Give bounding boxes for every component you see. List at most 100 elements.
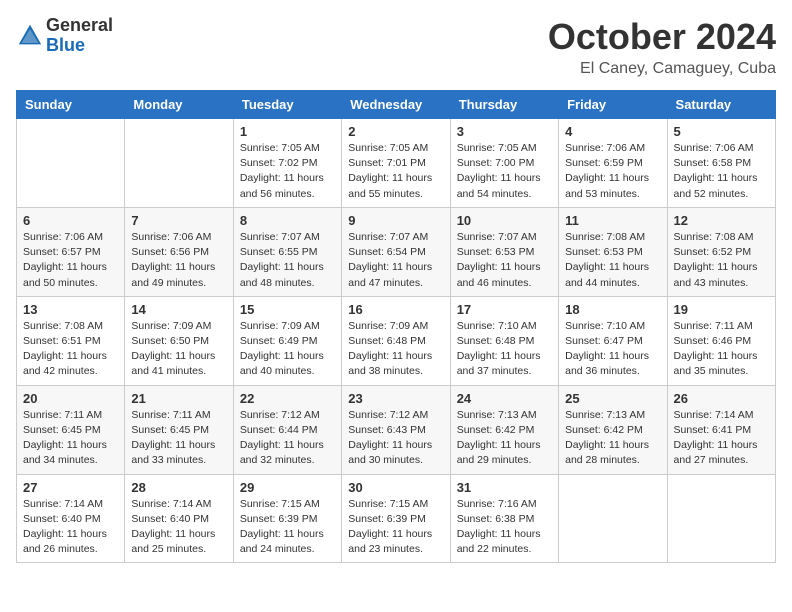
day-number: 9 — [348, 213, 443, 228]
day-number: 3 — [457, 124, 552, 139]
day-cell: 8Sunrise: 7:07 AM Sunset: 6:55 PM Daylig… — [233, 207, 341, 296]
day-info: Sunrise: 7:05 AM Sunset: 7:01 PM Dayligh… — [348, 141, 443, 202]
day-number: 4 — [565, 124, 660, 139]
day-number: 21 — [131, 391, 226, 406]
day-cell: 21 Sunrise: 7:11 AM Sunset: 6:45 PM Dayli… — [125, 385, 233, 474]
day-cell — [667, 474, 775, 563]
header-row: SundayMondayTuesdayWednesdayThursdayFrid… — [17, 91, 776, 119]
day-cell: 3 Sunrise: 7:05 AM Sunset: 7:00 PM Daylig… — [450, 119, 558, 208]
day-cell: 25 Sunrise: 7:13 AM Sunset: 6:42 PM Dayli… — [559, 385, 667, 474]
day-number: 29 — [240, 480, 335, 495]
logo-general-text: General — [46, 16, 113, 36]
day-number: 23 — [348, 391, 443, 406]
header-cell-tuesday: Tuesday — [233, 91, 341, 119]
title-block: October 2024 El Caney, Camaguey, Cuba — [548, 16, 776, 78]
logo-text: General Blue — [46, 16, 113, 56]
day-cell: 26Sunrise: 7:14 AM Sunset: 6:41 PM Dayli… — [667, 385, 775, 474]
day-cell: 6 Sunrise: 7:06 AM Sunset: 6:57 PM Daylig… — [17, 207, 125, 296]
day-number: 20 — [23, 391, 118, 406]
day-info: Sunrise: 7:08 AM Sunset: 6:53 PM Dayligh… — [565, 230, 660, 291]
day-info: Sunrise: 7:07 AM Sunset: 6:54 PM Dayligh… — [348, 230, 443, 291]
day-cell: 9 Sunrise: 7:07 AM Sunset: 6:54 PM Daylig… — [342, 207, 450, 296]
day-info: Sunrise: 7:11 AM Sunset: 6:46 PM Dayligh… — [674, 319, 769, 380]
header-cell-sunday: Sunday — [17, 91, 125, 119]
calendar-table: SundayMondayTuesdayWednesdayThursdayFrid… — [16, 90, 776, 563]
day-number: 11 — [565, 213, 660, 228]
day-number: 19 — [674, 302, 769, 317]
day-cell: 24 Sunrise: 7:13 AM Sunset: 6:42 PM Dayli… — [450, 385, 558, 474]
header-cell-thursday: Thursday — [450, 91, 558, 119]
day-cell: 14 Sunrise: 7:09 AM Sunset: 6:50 PM Dayli… — [125, 296, 233, 385]
day-number: 1 — [240, 124, 335, 139]
day-cell: 13Sunrise: 7:08 AM Sunset: 6:51 PM Dayli… — [17, 296, 125, 385]
day-number: 7 — [131, 213, 226, 228]
week-row-2: 13Sunrise: 7:08 AM Sunset: 6:51 PM Dayli… — [17, 296, 776, 385]
day-number: 28 — [131, 480, 226, 495]
day-info: Sunrise: 7:11 AM Sunset: 6:45 PM Dayligh… — [131, 408, 226, 469]
day-info: Sunrise: 7:10 AM Sunset: 6:47 PM Dayligh… — [565, 319, 660, 380]
day-number: 14 — [131, 302, 226, 317]
day-number: 15 — [240, 302, 335, 317]
day-number: 27 — [23, 480, 118, 495]
day-info: Sunrise: 7:07 AM Sunset: 6:53 PM Dayligh… — [457, 230, 552, 291]
day-info: Sunrise: 7:14 AM Sunset: 6:40 PM Dayligh… — [23, 497, 118, 558]
day-cell: 18 Sunrise: 7:10 AM Sunset: 6:47 PM Dayli… — [559, 296, 667, 385]
day-cell — [17, 119, 125, 208]
day-cell — [559, 474, 667, 563]
day-info: Sunrise: 7:13 AM Sunset: 6:42 PM Dayligh… — [457, 408, 552, 469]
day-cell: 15 Sunrise: 7:09 AM Sunset: 6:49 PM Dayli… — [233, 296, 341, 385]
logo: General Blue — [16, 16, 113, 56]
day-info: Sunrise: 7:14 AM Sunset: 6:40 PM Dayligh… — [131, 497, 226, 558]
day-cell: 11 Sunrise: 7:08 AM Sunset: 6:53 PM Dayli… — [559, 207, 667, 296]
day-number: 30 — [348, 480, 443, 495]
day-info: Sunrise: 7:12 AM Sunset: 6:44 PM Dayligh… — [240, 408, 335, 469]
day-cell: 2 Sunrise: 7:05 AM Sunset: 7:01 PM Daylig… — [342, 119, 450, 208]
location: El Caney, Camaguey, Cuba — [548, 60, 776, 78]
day-info: Sunrise: 7:05 AM Sunset: 7:02 PM Dayligh… — [240, 141, 335, 202]
day-cell: 30Sunrise: 7:15 AM Sunset: 6:39 PM Dayli… — [342, 474, 450, 563]
day-info: Sunrise: 7:14 AM Sunset: 6:41 PM Dayligh… — [674, 408, 769, 469]
day-info: Sunrise: 7:11 AM Sunset: 6:45 PM Dayligh… — [23, 408, 118, 469]
week-row-0: 1 Sunrise: 7:05 AM Sunset: 7:02 PM Daylig… — [17, 119, 776, 208]
day-info: Sunrise: 7:06 AM Sunset: 6:59 PM Dayligh… — [565, 141, 660, 202]
day-info: Sunrise: 7:06 AM Sunset: 6:58 PM Dayligh… — [674, 141, 769, 202]
day-number: 18 — [565, 302, 660, 317]
week-row-1: 6 Sunrise: 7:06 AM Sunset: 6:57 PM Daylig… — [17, 207, 776, 296]
day-info: Sunrise: 7:13 AM Sunset: 6:42 PM Dayligh… — [565, 408, 660, 469]
day-cell: 22Sunrise: 7:12 AM Sunset: 6:44 PM Dayli… — [233, 385, 341, 474]
day-info: Sunrise: 7:09 AM Sunset: 6:49 PM Dayligh… — [240, 319, 335, 380]
day-number: 24 — [457, 391, 552, 406]
day-cell: 27 Sunrise: 7:14 AM Sunset: 6:40 PM Dayli… — [17, 474, 125, 563]
calendar-header: SundayMondayTuesdayWednesdayThursdayFrid… — [17, 91, 776, 119]
logo-blue-text: Blue — [46, 36, 113, 56]
day-cell: 5Sunrise: 7:06 AM Sunset: 6:58 PM Daylig… — [667, 119, 775, 208]
calendar-body: 1 Sunrise: 7:05 AM Sunset: 7:02 PM Daylig… — [17, 119, 776, 563]
day-cell: 16Sunrise: 7:09 AM Sunset: 6:48 PM Dayli… — [342, 296, 450, 385]
day-info: Sunrise: 7:10 AM Sunset: 6:48 PM Dayligh… — [457, 319, 552, 380]
day-info: Sunrise: 7:09 AM Sunset: 6:50 PM Dayligh… — [131, 319, 226, 380]
header-cell-friday: Friday — [559, 91, 667, 119]
day-cell: 7Sunrise: 7:06 AM Sunset: 6:56 PM Daylig… — [125, 207, 233, 296]
day-number: 2 — [348, 124, 443, 139]
day-number: 12 — [674, 213, 769, 228]
day-number: 10 — [457, 213, 552, 228]
header-cell-monday: Monday — [125, 91, 233, 119]
day-number: 17 — [457, 302, 552, 317]
day-info: Sunrise: 7:06 AM Sunset: 6:57 PM Dayligh… — [23, 230, 118, 291]
day-cell: 28 Sunrise: 7:14 AM Sunset: 6:40 PM Dayli… — [125, 474, 233, 563]
day-info: Sunrise: 7:08 AM Sunset: 6:52 PM Dayligh… — [674, 230, 769, 291]
page-header: General Blue October 2024 El Caney, Cama… — [16, 16, 776, 78]
day-number: 6 — [23, 213, 118, 228]
day-number: 25 — [565, 391, 660, 406]
logo-icon — [16, 22, 44, 50]
day-cell: 23Sunrise: 7:12 AM Sunset: 6:43 PM Dayli… — [342, 385, 450, 474]
day-cell — [125, 119, 233, 208]
day-cell: 10 Sunrise: 7:07 AM Sunset: 6:53 PM Dayli… — [450, 207, 558, 296]
header-cell-wednesday: Wednesday — [342, 91, 450, 119]
day-info: Sunrise: 7:05 AM Sunset: 7:00 PM Dayligh… — [457, 141, 552, 202]
month-title: October 2024 — [548, 16, 776, 58]
week-row-3: 20 Sunrise: 7:11 AM Sunset: 6:45 PM Dayli… — [17, 385, 776, 474]
day-info: Sunrise: 7:16 AM Sunset: 6:38 PM Dayligh… — [457, 497, 552, 558]
day-cell: 20 Sunrise: 7:11 AM Sunset: 6:45 PM Dayli… — [17, 385, 125, 474]
day-cell: 4 Sunrise: 7:06 AM Sunset: 6:59 PM Daylig… — [559, 119, 667, 208]
